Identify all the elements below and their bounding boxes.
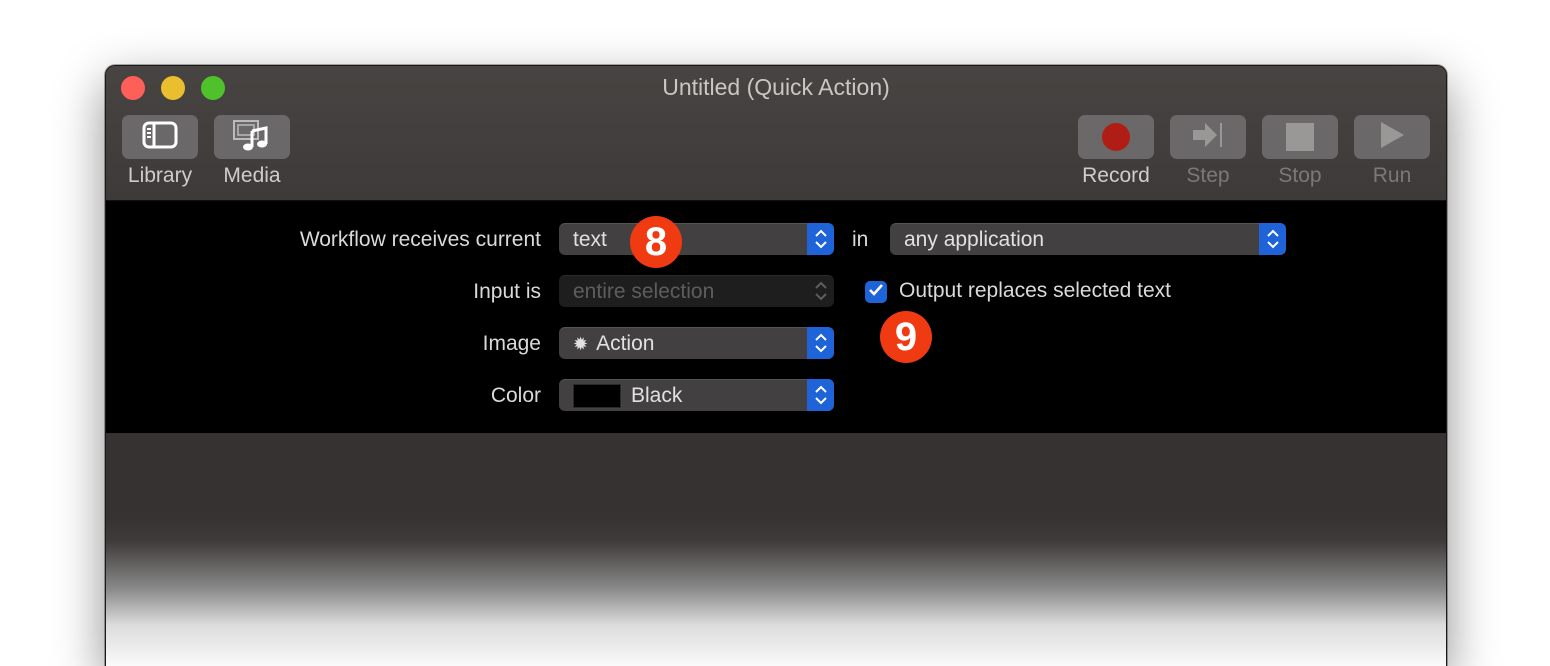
toolbar: Untitled (Quick Action) Library Media Re… <box>106 66 1446 201</box>
output-replaces-checkbox[interactable] <box>865 281 887 303</box>
media-button[interactable] <box>214 115 290 159</box>
annotation-badge-8: 8 <box>630 216 682 268</box>
workflow-config-panel: Workflow receives current text in any ap… <box>106 201 1446 433</box>
step-button[interactable] <box>1170 115 1246 159</box>
chevron-updown-icon <box>807 223 834 255</box>
step-label: Step <box>1186 164 1230 187</box>
chevron-updown-icon <box>807 275 834 307</box>
input-is-popup: entire selection <box>559 275 834 307</box>
checkmark-icon <box>868 283 884 302</box>
chevron-updown-icon <box>807 327 834 359</box>
application-value: any application <box>904 227 1045 251</box>
run-button[interactable] <box>1354 115 1430 159</box>
chevron-updown-icon <box>1259 223 1286 255</box>
record-button[interactable] <box>1078 115 1154 159</box>
run-label: Run <box>1372 164 1412 187</box>
image-label: Image <box>482 332 541 355</box>
color-swatch <box>573 383 621 408</box>
annotation-badge-9: 9 <box>880 311 932 363</box>
application-popup[interactable]: any application <box>890 223 1286 255</box>
output-replaces-label[interactable]: Output replaces selected text <box>899 279 1171 303</box>
receives-type-popup[interactable]: text <box>559 223 834 255</box>
chevron-updown-icon <box>807 379 834 411</box>
sidebar-icon <box>142 121 178 154</box>
input-is-label: Input is <box>473 280 541 303</box>
color-label: Color <box>490 384 541 407</box>
library-label: Library <box>127 164 193 187</box>
image-popup[interactable]: ✹ Action <box>559 327 834 359</box>
run-icon <box>1378 120 1406 155</box>
stop-icon <box>1286 123 1314 151</box>
media-icon <box>232 119 272 156</box>
stop-label: Stop <box>1278 164 1322 187</box>
gear-icon: ✹ <box>573 333 589 354</box>
receives-type-value: text <box>573 227 607 251</box>
stop-button[interactable] <box>1262 115 1338 159</box>
image-value: Action <box>596 331 655 355</box>
input-is-value: entire selection <box>573 279 715 303</box>
in-label: in <box>852 228 869 251</box>
color-popup[interactable]: Black <box>559 379 834 411</box>
media-label: Media <box>223 164 281 187</box>
step-icon <box>1191 121 1225 154</box>
record-label: Record <box>1082 164 1150 187</box>
window-title: Untitled (Quick Action) <box>662 74 890 100</box>
receives-label: Workflow receives current <box>299 228 541 251</box>
color-value: Black <box>631 383 683 407</box>
automator-window: Untitled (Quick Action) Library Media Re… <box>105 65 1447 666</box>
record-icon <box>1102 123 1130 151</box>
workflow-content-area <box>106 433 1446 666</box>
library-button[interactable] <box>122 115 198 159</box>
